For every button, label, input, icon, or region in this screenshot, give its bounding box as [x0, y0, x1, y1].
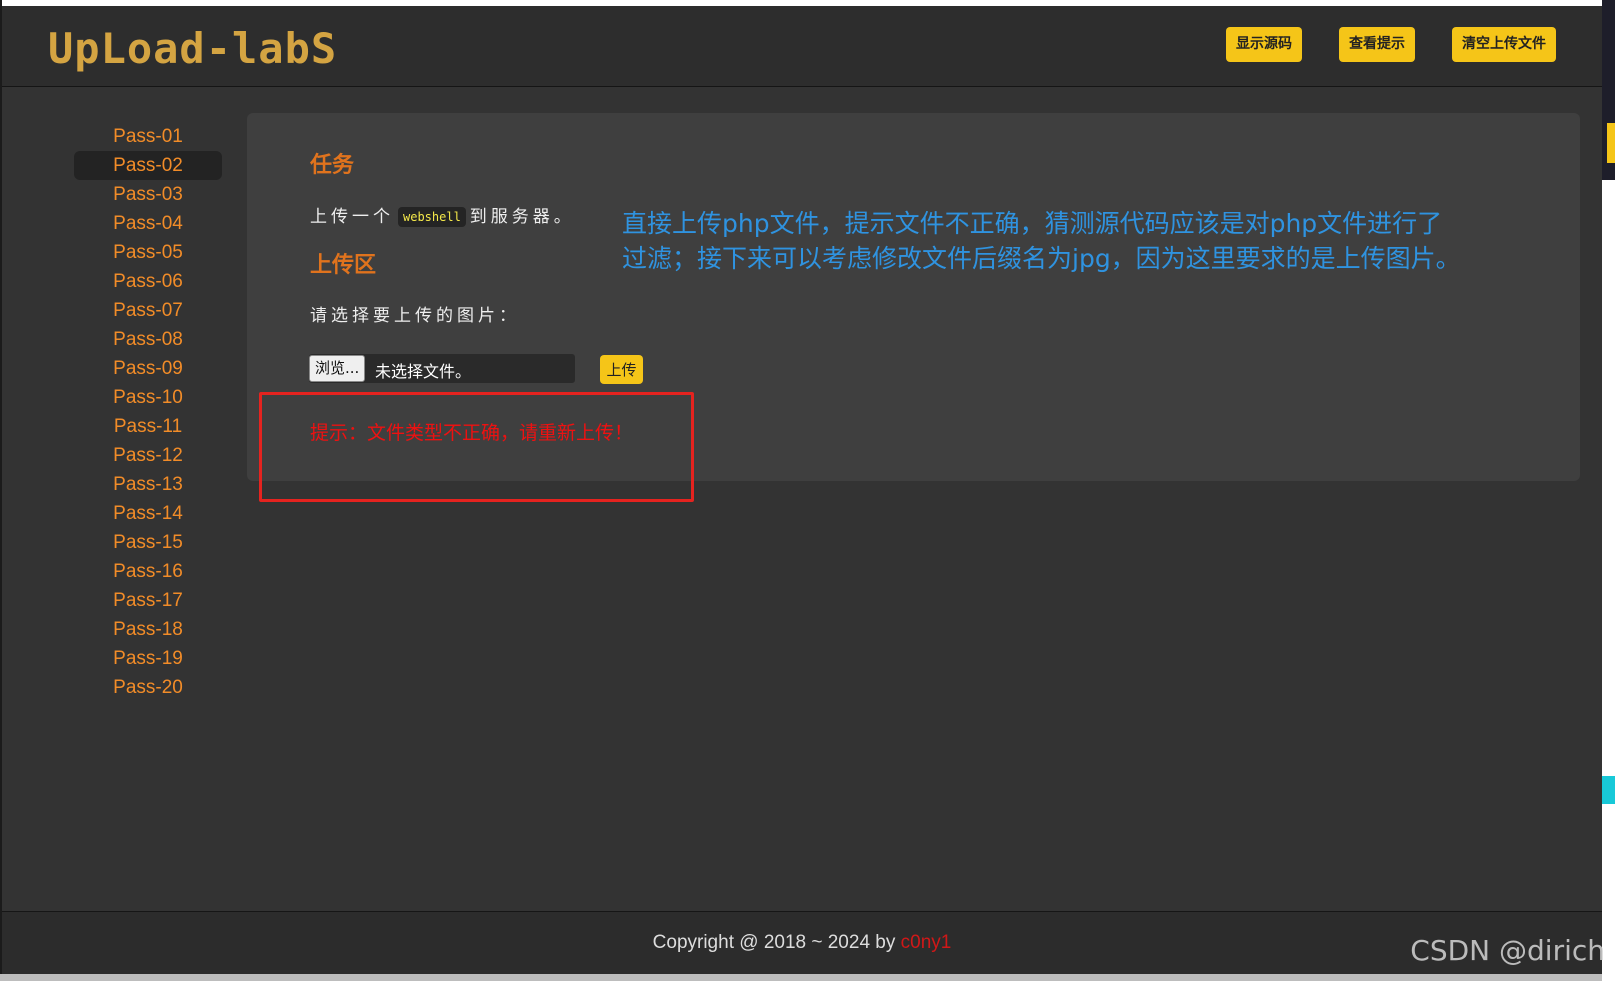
task-heading: 任务 [310, 153, 355, 178]
sidebar-item-pass-04[interactable]: Pass-04 [74, 209, 222, 238]
sidebar-item-pass-02[interactable]: Pass-02 [74, 151, 222, 180]
sidebar-item-pass-10[interactable]: Pass-10 [74, 383, 222, 412]
csdn-watermark: CSDN @dirich [1410, 934, 1605, 967]
sidebar-item-pass-03[interactable]: Pass-03 [74, 180, 222, 209]
sidebar-item-pass-17[interactable]: Pass-17 [74, 586, 222, 615]
sidebar-item-pass-18[interactable]: Pass-18 [74, 615, 222, 644]
sidebar-item-pass-01[interactable]: Pass-01 [74, 122, 222, 151]
sidebar-item-pass-16[interactable]: Pass-16 [74, 557, 222, 586]
no-file-selected-label: 未选择文件。 [375, 362, 472, 381]
file-input[interactable]: 浏览... 未选择文件。 [309, 354, 575, 383]
sidebar-item-pass-08[interactable]: Pass-08 [74, 325, 222, 354]
sidebar-item-pass-06[interactable]: Pass-06 [74, 267, 222, 296]
browse-button[interactable]: 浏览... [309, 355, 366, 382]
copyright-label: Copyright @ 2018 ~ 2024 by [652, 932, 896, 953]
copyright-text: Copyright @ 2018 ~ 2024 by c0ny1 [2, 932, 1602, 954]
sidebar-item-pass-12[interactable]: Pass-12 [74, 441, 222, 470]
sidebar-item-pass-14[interactable]: Pass-14 [74, 499, 222, 528]
app-logo[interactable]: UpLoad-labS [48, 24, 337, 73]
show-source-button[interactable]: 显示源码 [1226, 27, 1302, 62]
left-window-edge [0, 0, 2, 981]
background-window-edge [1602, 0, 1615, 981]
author-link[interactable]: c0ny1 [901, 932, 952, 953]
upload-button[interactable]: 上传 [600, 355, 643, 384]
sidebar-item-pass-07[interactable]: Pass-07 [74, 296, 222, 325]
header-bar: UpLoad-labS 显示源码 查看提示 清空上传文件 [2, 6, 1602, 87]
sidebar-item-pass-15[interactable]: Pass-15 [74, 528, 222, 557]
bottom-window-strip [0, 974, 1615, 981]
sidebar-item-pass-19[interactable]: Pass-19 [74, 644, 222, 673]
sidebar-item-pass-11[interactable]: Pass-11 [74, 412, 222, 441]
choose-file-label: 请选择要上传的图片： [310, 306, 520, 326]
upload-heading: 上传区 [310, 253, 377, 278]
footer: Copyright @ 2018 ~ 2024 by c0ny1 [2, 911, 1602, 975]
annotation-note: 直接上传php文件，提示文件不正确，猜测源代码应该是对php文件进行了过滤；接下… [622, 209, 1461, 273]
clear-uploads-button[interactable]: 清空上传文件 [1452, 27, 1556, 62]
sidebar-item-pass-09[interactable]: Pass-09 [74, 354, 222, 383]
task-suffix: 到服务器。 [469, 207, 575, 227]
sidebar-item-pass-13[interactable]: Pass-13 [74, 470, 222, 499]
sidebar-item-pass-20[interactable]: Pass-20 [74, 673, 222, 702]
task-prefix: 上传一个 [310, 207, 394, 227]
sidebar-nav: Pass-01 Pass-02 Pass-03 Pass-04 Pass-05 … [74, 122, 222, 702]
task-description: 上传一个 webshell 到服务器。 [310, 202, 575, 227]
webshell-code: webshell [398, 207, 466, 227]
view-hint-button[interactable]: 查看提示 [1339, 27, 1415, 62]
sidebar-item-pass-05[interactable]: Pass-05 [74, 238, 222, 267]
highlight-box [259, 392, 694, 502]
